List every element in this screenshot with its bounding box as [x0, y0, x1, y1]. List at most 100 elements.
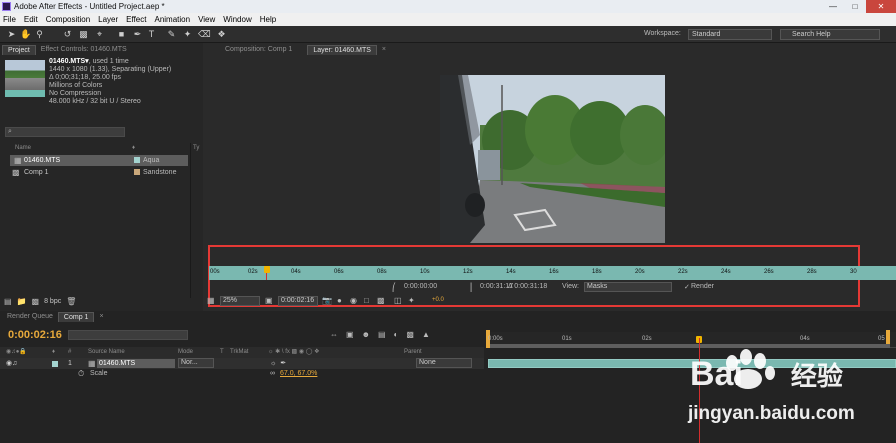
constrain-proportions-icon[interactable]: ∞: [270, 369, 275, 379]
pan-behind-tool-icon[interactable]: ⌖: [94, 29, 105, 40]
close-icon[interactable]: ✕: [866, 0, 896, 13]
menu-edit[interactable]: Edit: [24, 13, 38, 26]
label-swatch-sandstone[interactable]: [134, 169, 140, 175]
maximize-icon[interactable]: □: [844, 0, 866, 13]
snapshot-icon[interactable]: 📷: [322, 296, 332, 305]
column-name[interactable]: Name: [15, 145, 31, 151]
layer-switches[interactable]: ☼ ✒: [270, 358, 286, 369]
rotate-tool-icon[interactable]: ↺: [62, 29, 73, 40]
transparency-grid-icon[interactable]: ▩: [377, 296, 385, 305]
always-preview-icon[interactable]: ▦: [207, 296, 215, 305]
label-icon[interactable]: ♦: [132, 145, 135, 151]
timeline-tick: 05: [878, 336, 885, 342]
label-swatch-aqua[interactable]: [134, 157, 140, 163]
current-time-indicator[interactable]: [264, 266, 270, 273]
comp-mini-flowchart-icon[interactable]: ⇔: [330, 330, 338, 339]
column-source-name[interactable]: Source Name: [88, 347, 125, 358]
new-composition-icon[interactable]: ▩: [32, 297, 40, 306]
stopwatch-icon[interactable]: ⏱: [78, 369, 84, 379]
tab-layer[interactable]: Layer: 01460.MTS: [307, 45, 377, 55]
menu-window[interactable]: Window: [223, 13, 251, 26]
interpret-footage-icon[interactable]: ▤: [4, 297, 12, 306]
project-search-input[interactable]: ⌕: [5, 127, 125, 137]
trash-icon[interactable]: 🗑: [66, 297, 76, 306]
layer-mode-select[interactable]: Nor...: [178, 358, 214, 368]
channel-icon[interactable]: ◉: [350, 296, 357, 305]
tab-composition[interactable]: Composition: Comp 1: [220, 45, 297, 55]
ruler-tick: 12s: [463, 269, 473, 275]
column-mode[interactable]: Mode: [178, 347, 193, 358]
search-help-input[interactable]: Search Help: [780, 29, 880, 40]
shy-layers-icon[interactable]: ☻: [362, 330, 370, 339]
motion-blur-icon[interactable]: ◐: [394, 330, 399, 339]
rectangle-tool-icon[interactable]: ■: [116, 29, 127, 40]
bit-depth-label[interactable]: 8 bpc: [44, 298, 61, 305]
magnification-select[interactable]: 25%: [220, 296, 260, 306]
ruler-tick: 06s: [334, 269, 344, 275]
clone-stamp-tool-icon[interactable]: ✦: [182, 29, 193, 40]
eraser-tool-icon[interactable]: ⌫: [198, 29, 211, 40]
scale-property-row[interactable]: ⏱ Scale ∞ 67.0, 67.0%: [0, 369, 484, 379]
ruler-tick: 24s: [721, 269, 731, 275]
ruler-tick: 10s: [420, 269, 430, 275]
render-checkbox[interactable]: ✓: [684, 283, 690, 291]
hand-tool-icon[interactable]: ✋: [20, 29, 31, 40]
safe-margins-icon[interactable]: ▣: [265, 296, 273, 305]
show-snapshot-icon[interactable]: ●: [337, 296, 342, 305]
menu-help[interactable]: Help: [260, 13, 276, 26]
camera-tool-icon[interactable]: ▩: [78, 29, 89, 40]
tab-effect-controls[interactable]: Effect Controls: 01460.MTS: [36, 45, 132, 55]
in-point-time[interactable]: 0:00:00:00: [404, 283, 437, 290]
pen-tool-icon[interactable]: ✒: [132, 29, 143, 40]
project-panel-tabs: Project Effect Controls: 01460.MTS: [2, 45, 132, 55]
timeline-timecode[interactable]: 0:00:02:16: [8, 329, 62, 341]
menu-composition[interactable]: Composition: [46, 13, 90, 26]
layer-label-swatch[interactable]: [52, 361, 58, 367]
new-folder-icon[interactable]: 📁: [17, 297, 27, 306]
close-tab-icon[interactable]: ×: [377, 45, 391, 55]
set-in-point-icon[interactable]: ⎛: [392, 283, 396, 292]
scale-value[interactable]: 67.0, 67.0%: [280, 369, 317, 379]
layer-row[interactable]: ◉♫ 1 ▦ 01460.MTS Nor... ☼ ✒ None: [0, 358, 484, 369]
layer-visibility-icon[interactable]: ◉♫: [6, 358, 17, 369]
tab-project[interactable]: Project: [2, 45, 36, 55]
set-out-point-icon[interactable]: ⎜: [470, 283, 474, 292]
timeline-search-input[interactable]: [68, 330, 188, 340]
av-features-icon[interactable]: ◉♫●🔒: [6, 347, 27, 358]
brush-tool-icon[interactable]: ✎: [166, 29, 177, 40]
menu-layer[interactable]: Layer: [98, 13, 118, 26]
frame-blending-icon[interactable]: ▤: [378, 330, 386, 339]
minimize-icon[interactable]: —: [822, 0, 844, 13]
region-of-interest-icon[interactable]: □: [364, 296, 369, 305]
menu-file[interactable]: File: [3, 13, 16, 26]
draft-3d-icon[interactable]: ▣: [346, 330, 354, 339]
exposure-icon[interactable]: ✦: [408, 296, 415, 305]
menu-effect[interactable]: Effect: [126, 13, 146, 26]
menu-view[interactable]: View: [198, 13, 215, 26]
puppet-pin-tool-icon[interactable]: ❖: [216, 29, 227, 40]
brainstorm-icon[interactable]: ▩: [406, 330, 414, 339]
type-tool-icon[interactable]: T: [146, 29, 157, 40]
switches-icons: ☼ ✱ \ fx ▩ ◉ ◯ ❖: [268, 349, 320, 355]
workspace-select[interactable]: Standard: [688, 29, 772, 40]
column-trkmat[interactable]: TrkMat: [230, 347, 248, 358]
tab-comp-1[interactable]: Comp 1: [57, 312, 95, 322]
project-item-footage[interactable]: ▦ 01460.MTS Aqua: [10, 155, 188, 166]
column-parent[interactable]: Parent: [404, 347, 422, 358]
footage-name[interactable]: 01460.MTS▾: [49, 58, 89, 65]
layer-name[interactable]: 01460.MTS: [97, 359, 175, 368]
label-column-icon[interactable]: ♦: [52, 347, 55, 358]
zoom-tool-icon[interactable]: ⚲: [34, 29, 45, 40]
toggle-mask-icon[interactable]: ◫: [394, 296, 402, 305]
selection-tool-icon[interactable]: ➤: [6, 29, 17, 40]
column-type[interactable]: Ty: [193, 145, 199, 151]
close-tab-icon[interactable]: ×: [94, 312, 108, 322]
tab-render-queue[interactable]: Render Queue: [2, 312, 58, 322]
menu-animation[interactable]: Animation: [154, 13, 190, 26]
view-select[interactable]: Masks: [584, 282, 672, 292]
parent-select[interactable]: None: [416, 358, 472, 368]
current-time-field[interactable]: 0:00:02:16: [278, 296, 318, 306]
exposure-value[interactable]: +0.0: [432, 297, 444, 303]
graph-editor-icon[interactable]: ▲: [422, 330, 430, 339]
project-item-comp[interactable]: ▩ Comp 1 Sandstone: [10, 167, 188, 178]
